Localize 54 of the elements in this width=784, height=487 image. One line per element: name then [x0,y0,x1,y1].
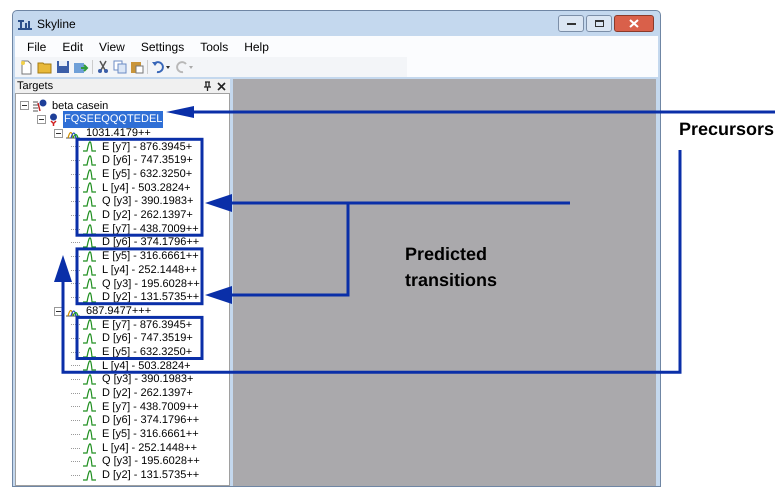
protein-icon [31,99,47,112]
minimize-button[interactable] [558,15,584,32]
import-icon[interactable] [73,60,89,74]
peak-icon [82,401,97,412]
peak-icon [82,182,97,194]
expander-icon[interactable] [37,115,46,124]
copy-icon[interactable] [113,60,127,74]
annotation-label: Precursors [679,118,774,141]
peak-icon [82,333,97,344]
peak-icon [82,319,97,330]
menu-item[interactable]: Help [236,38,277,56]
expander-icon[interactable] [20,101,29,110]
peak-icon [82,470,97,481]
peak-icon [82,250,97,262]
maximize-button[interactable] [586,15,612,32]
window-title: Skyline [37,16,76,32]
peak-icon [82,346,97,358]
close-button[interactable] [614,15,654,32]
folder-icon[interactable] [37,60,53,74]
peak-icon [82,292,97,303]
peak-icon [82,196,97,208]
peak-icon [82,168,97,180]
menu-item[interactable]: View [91,38,133,56]
peak-icon [82,428,97,440]
close-icon [629,19,639,28]
peak-icon [82,415,97,426]
menu-item[interactable]: File [19,38,54,56]
peak-icon [82,442,97,454]
peak-icon [82,155,97,166]
annotation-label: Predicted transitions [405,243,498,292]
tree-item[interactable]: FQSEEQQQTEDEL [63,111,164,128]
peak-icon [82,360,97,372]
pin-icon[interactable] [203,81,212,91]
peak-icon [82,264,97,276]
peak-icon [82,278,97,290]
menu-item[interactable]: Tools [192,38,236,56]
peptide-icon [48,113,59,126]
peak-icon [82,456,97,468]
tree-item[interactable]: D [y2] - 131.5735++ [101,467,200,484]
save-icon[interactable] [56,60,70,74]
peak-icon [82,210,97,221]
close-icon[interactable] [217,82,226,90]
undo-icon[interactable] [151,60,171,74]
panel-title: Targets [17,78,54,94]
peak-icon [82,237,97,248]
expander-icon[interactable] [54,128,63,138]
scissors-icon[interactable] [96,60,110,74]
new-file-icon[interactable] [19,60,34,74]
clipboard-icon[interactable] [130,60,144,74]
peak-icon [82,141,97,152]
menu-item[interactable]: Settings [132,38,192,56]
peak-icon [82,388,97,399]
peak-icon [82,374,97,386]
menu-item[interactable]: Edit [54,38,92,56]
